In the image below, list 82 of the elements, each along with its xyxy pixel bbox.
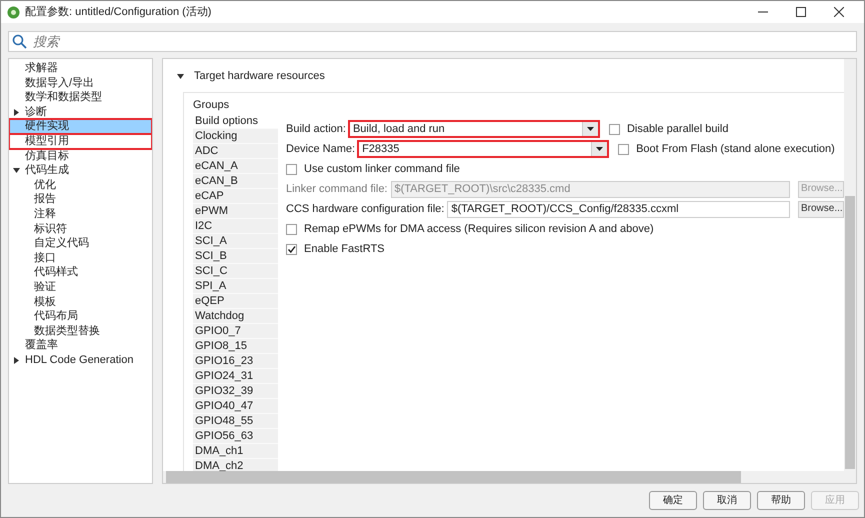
tree-item[interactable]: 报告: [9, 192, 152, 207]
dialog-button[interactable]: 取消: [703, 491, 751, 510]
window-title: 配置参数: untitled/Configuration (活动): [25, 4, 212, 20]
tree-item[interactable]: 注释: [9, 206, 152, 222]
text-field[interactable]: $(TARGET_ROOT)/CCS_Config/f28335.ccxml: [447, 200, 790, 218]
groups-label: Groups: [193, 98, 230, 112]
dialog-button[interactable]: 帮助: [757, 491, 805, 510]
field-label: CCS hardware configuration file:: [286, 202, 444, 217]
horizontal-scrollbar[interactable]: [163, 471, 856, 483]
caret-icon[interactable]: [586, 127, 594, 131]
field-label: Device Name:: [286, 142, 356, 157]
tree-item[interactable]: 数学和数据类型: [9, 90, 152, 105]
checkbox[interactable]: [286, 224, 297, 234]
collapsed-arrow-icon[interactable]: [13, 108, 20, 116]
group-item[interactable]: SCI_C: [193, 264, 278, 279]
group-item[interactable]: GPIO8_15: [193, 339, 278, 354]
tree-item[interactable]: 求解器: [9, 61, 152, 76]
group-item[interactable]: GPIO48_55: [193, 414, 278, 429]
group-item[interactable]: Clocking: [193, 129, 278, 144]
tree-item[interactable]: 数据导入/导出: [9, 76, 152, 90]
group-item[interactable]: GPIO24_31: [193, 369, 278, 384]
tree-item[interactable]: 仿真目标: [9, 148, 152, 164]
group-item[interactable]: Build options: [193, 114, 278, 129]
tree-item[interactable]: 数据类型替换: [9, 324, 152, 338]
checkbox-label: Boot From Flash (stand alone execution): [636, 142, 835, 157]
browse-button[interactable]: Browse...: [798, 200, 844, 218]
tree-item[interactable]: 代码样式: [9, 265, 152, 280]
tree-item[interactable]: 接口: [9, 250, 152, 266]
group-item[interactable]: I2C: [193, 219, 278, 234]
checkbox-label: Remap ePWMs for DMA access (Requires silicon revision A and above): [304, 222, 654, 237]
group-item[interactable]: ADC: [193, 144, 278, 159]
expanded-arrow-icon[interactable]: [177, 72, 184, 80]
search-icon: [12, 34, 27, 49]
group-item[interactable]: Watchdog: [193, 309, 278, 324]
checkbox[interactable]: [608, 124, 620, 134]
dropdown[interactable]: Build, load and run: [348, 121, 599, 137]
tree-item[interactable]: 代码布局: [9, 309, 152, 324]
vertical-scrollbar[interactable]: [844, 59, 856, 471]
group-item[interactable]: eCAP: [193, 189, 278, 204]
expanded-arrow-icon[interactable]: [13, 166, 20, 174]
field-label: Linker command file:: [286, 182, 388, 197]
group-item[interactable]: GPIO40_47: [193, 399, 278, 414]
checkbox-label: Enable FastRTS: [304, 242, 385, 257]
group-item[interactable]: ePWM: [193, 204, 278, 219]
group-item[interactable]: SCI_B: [193, 249, 278, 264]
group-item[interactable]: GPIO32_39: [193, 384, 278, 399]
tree-item[interactable]: 模型引用: [9, 134, 152, 149]
group-item[interactable]: DMA_ch2: [193, 459, 278, 471]
maximize-icon[interactable]: [796, 7, 806, 17]
tree-item[interactable]: 代码生成: [9, 163, 152, 178]
tree-item[interactable]: 硬件实现: [9, 119, 152, 134]
group-item[interactable]: eQEP: [193, 294, 278, 309]
dropdown[interactable]: F28335: [358, 141, 608, 157]
tree-item[interactable]: 标识符: [9, 222, 152, 236]
checkbox[interactable]: [286, 164, 297, 174]
group-item[interactable]: SCI_A: [193, 234, 278, 249]
close-icon[interactable]: [834, 7, 844, 17]
group-item[interactable]: GPIO0_7: [193, 324, 278, 339]
group-item[interactable]: DMA_ch1: [193, 444, 278, 459]
group-item[interactable]: GPIO56_63: [193, 429, 278, 444]
collapsed-arrow-icon[interactable]: [13, 356, 20, 364]
group-item[interactable]: SPI_A: [193, 279, 278, 294]
tree-item[interactable]: 自定义代码: [9, 236, 152, 251]
group-item[interactable]: eCAN_B: [193, 174, 278, 189]
tree-item[interactable]: 覆盖率: [9, 338, 152, 353]
group-item[interactable]: GPIO16_23: [193, 354, 278, 369]
caret-icon[interactable]: [596, 147, 604, 151]
tree-item[interactable]: 优化: [9, 178, 152, 192]
app-icon: [7, 6, 20, 18]
checkbox[interactable]: [618, 144, 630, 154]
checkbox-label: Use custom linker command file: [304, 162, 460, 177]
tree-item[interactable]: HDL Code Generation: [9, 352, 152, 368]
checkbox[interactable]: [286, 244, 297, 254]
checkbox-label: Disable parallel build: [626, 122, 728, 137]
group-item[interactable]: eCAN_A: [193, 159, 278, 174]
tree-item[interactable]: 验证: [9, 280, 152, 294]
section-title: Target hardware resources: [194, 69, 325, 84]
tree-item[interactable]: 模板: [9, 294, 152, 310]
tree-item[interactable]: 诊断: [9, 104, 152, 120]
field-label: Build action:: [286, 122, 346, 137]
dialog-button[interactable]: 确定: [649, 491, 697, 510]
search-field[interactable]: 搜索: [8, 31, 857, 52]
